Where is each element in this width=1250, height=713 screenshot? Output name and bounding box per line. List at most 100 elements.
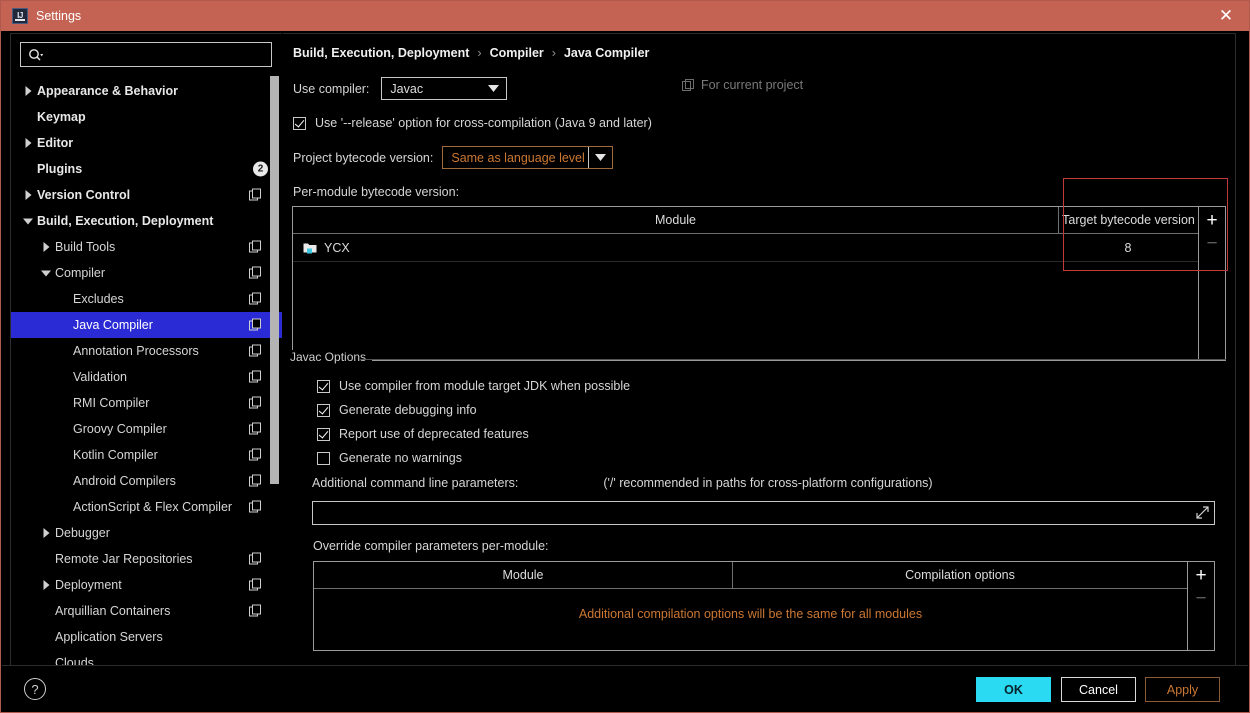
sidebar-item-label: Groovy Compiler <box>73 422 167 436</box>
sidebar-item-rmi-compiler[interactable]: RMI Compiler <box>11 390 282 416</box>
sidebar-item-java-compiler[interactable]: Java Compiler <box>11 312 282 338</box>
settings-dialog: IJ Settings ✕ Appearance & Behavior Keym… <box>0 0 1250 713</box>
table-row[interactable]: YCX 8 <box>293 234 1198 262</box>
sidebar-item-application-servers[interactable]: Application Servers <box>11 624 282 650</box>
chevron-down-icon[interactable] <box>21 214 35 228</box>
sidebar-item-excludes[interactable]: Excludes <box>11 286 282 312</box>
bytecode-table-header: Module Target bytecode version <box>293 207 1198 234</box>
copy-settings-icon <box>249 500 262 514</box>
sidebar-item-remote-jar-repositories[interactable]: Remote Jar Repositories <box>11 546 282 572</box>
sidebar-item-kotlin-compiler[interactable]: Kotlin Compiler <box>11 442 282 468</box>
breadcrumb-item-0[interactable]: Build, Execution, Deployment <box>293 46 469 60</box>
title-bar: IJ Settings ✕ <box>1 1 1249 31</box>
release-option-row[interactable]: Use '--release' option for cross-compila… <box>293 116 1235 130</box>
sidebar-item-label: Build Tools <box>55 240 116 254</box>
chevron-down-icon[interactable] <box>39 266 53 280</box>
search-box[interactable] <box>20 42 272 67</box>
sidebar-item-build-tools[interactable]: Build Tools <box>11 234 282 260</box>
sidebar-item-label: Arquillian Containers <box>55 604 171 618</box>
sidebar-item-compiler[interactable]: Compiler <box>11 260 282 286</box>
cancel-button[interactable]: Cancel <box>1061 677 1136 702</box>
per-module-label: Per-module bytecode version: <box>293 185 460 199</box>
sidebar-item-label: Validation <box>73 370 127 384</box>
sidebar-item-arquillian-containers[interactable]: Arquillian Containers <box>11 598 282 624</box>
settings-main-panel: Build, Execution, Deployment › Compiler … <box>283 33 1236 665</box>
settings-sidebar: Appearance & Behavior Keymap Editor Plugins… <box>10 33 282 665</box>
sidebar-item-annotation-processors[interactable]: Annotation Processors <box>11 338 282 364</box>
use-compiler-dropdown[interactable]: Javac <box>381 77 508 100</box>
chevron-right-icon[interactable] <box>21 188 35 202</box>
sidebar-item-clouds[interactable]: Clouds <box>11 650 282 665</box>
additional-params-input[interactable] <box>312 501 1215 525</box>
sidebar-item-android-compilers[interactable]: Android Compilers <box>11 468 282 494</box>
search-input[interactable] <box>44 47 271 62</box>
ok-button[interactable]: OK <box>976 677 1051 702</box>
sidebar-item-plugins[interactable]: Plugins 2 <box>11 156 282 182</box>
sidebar-item-version-control[interactable]: Version Control <box>11 182 282 208</box>
add-override-button[interactable]: + <box>1195 566 1206 585</box>
bytecode-table-buttons: + − <box>1198 207 1225 360</box>
copy-settings-icon <box>249 344 262 358</box>
release-option-label: Use '--release' option for cross-compila… <box>315 116 652 130</box>
project-bytecode-row: Project bytecode version: Same as langua… <box>293 146 1235 169</box>
breadcrumb-separator: › <box>477 46 482 60</box>
add-module-button[interactable]: + <box>1206 211 1217 230</box>
for-current-project-text: For current project <box>701 78 804 92</box>
generate-no-warnings-checkbox[interactable] <box>317 451 330 465</box>
sidebar-item-build-execution-deployment[interactable]: Build, Execution, Deployment <box>11 208 282 234</box>
chevron-right-icon[interactable] <box>21 84 35 98</box>
expand-editor-icon[interactable] <box>1196 506 1209 519</box>
checkbox-row-3[interactable]: Generate no warnings <box>317 451 1235 465</box>
checkbox-row-2[interactable]: Report use of deprecated features <box>317 427 1235 441</box>
sidebar-item-label: Application Servers <box>55 630 163 644</box>
copy-settings-icon <box>249 604 262 618</box>
chevron-right-icon[interactable] <box>39 578 53 592</box>
additional-params-row: Additional command line parameters: ('/'… <box>312 476 1235 490</box>
sidebar-item-keymap[interactable]: Keymap <box>11 104 282 130</box>
sidebar-item-debugger[interactable]: Debugger <box>11 520 282 546</box>
remove-module-button[interactable]: − <box>1206 234 1217 254</box>
sidebar-item-label: Deployment <box>55 578 122 592</box>
copy-settings-icon <box>249 396 262 410</box>
sidebar-scrollbar[interactable] <box>270 76 279 484</box>
breadcrumb-item-1[interactable]: Compiler <box>490 46 544 60</box>
sidebar-item-appearance-behavior[interactable]: Appearance & Behavior <box>11 78 282 104</box>
use-target-jdk-checkbox[interactable] <box>317 379 330 393</box>
intellij-idea-icon: IJ <box>12 8 28 24</box>
generate-debugging-info-checkbox[interactable] <box>317 403 330 417</box>
sidebar-item-label: Plugins <box>37 162 83 176</box>
bytecode-row-target[interactable]: 8 <box>1058 234 1198 261</box>
copy-settings-icon <box>249 240 262 254</box>
checkbox-row-0[interactable]: Use compiler from module target JDK when… <box>317 379 1235 393</box>
apply-button[interactable]: Apply <box>1145 677 1220 702</box>
close-icon[interactable]: ✕ <box>1203 1 1249 31</box>
sidebar-item-label: RMI Compiler <box>73 396 150 410</box>
window-title: Settings <box>36 9 82 23</box>
copy-settings-icon <box>682 78 695 92</box>
release-option-checkbox[interactable] <box>293 116 306 130</box>
override-col-options: Compilation options <box>732 562 1187 588</box>
override-table: Module Compilation options Additional co… <box>313 561 1215 651</box>
chevron-right-icon[interactable] <box>39 240 53 254</box>
sidebar-item-validation[interactable]: Validation <box>11 364 282 390</box>
sidebar-item-deployment[interactable]: Deployment <box>11 572 282 598</box>
additional-params-hint: ('/' recommended in paths for cross-plat… <box>603 476 933 490</box>
help-button[interactable]: ? <box>24 678 46 700</box>
sidebar-item-label: Build, Execution, Deployment <box>37 214 214 228</box>
sidebar-item-label: Annotation Processors <box>73 344 199 358</box>
report-deprecated-label: Report use of deprecated features <box>339 427 529 441</box>
checkbox-row-1[interactable]: Generate debugging info <box>317 403 1235 417</box>
use-target-jdk-label: Use compiler from module target JDK when… <box>339 379 631 393</box>
report-deprecated-checkbox[interactable] <box>317 427 330 441</box>
remove-override-button[interactable]: − <box>1195 589 1206 609</box>
sidebar-item-editor[interactable]: Editor <box>11 130 282 156</box>
sidebar-item-groovy-compiler[interactable]: Groovy Compiler <box>11 416 282 442</box>
project-bytecode-dropdown[interactable]: Same as language level <box>442 146 614 169</box>
bytecode-col-module: Module <box>655 213 696 227</box>
sidebar-item-label: Editor <box>37 136 74 150</box>
bytecode-row-module: YCX <box>293 234 1058 261</box>
chevron-right-icon[interactable] <box>39 526 53 540</box>
breadcrumb: Build, Execution, Deployment › Compiler … <box>293 46 1235 60</box>
chevron-right-icon[interactable] <box>21 136 35 150</box>
sidebar-item-actionscript-flex-compiler[interactable]: ActionScript & Flex Compiler <box>11 494 282 520</box>
